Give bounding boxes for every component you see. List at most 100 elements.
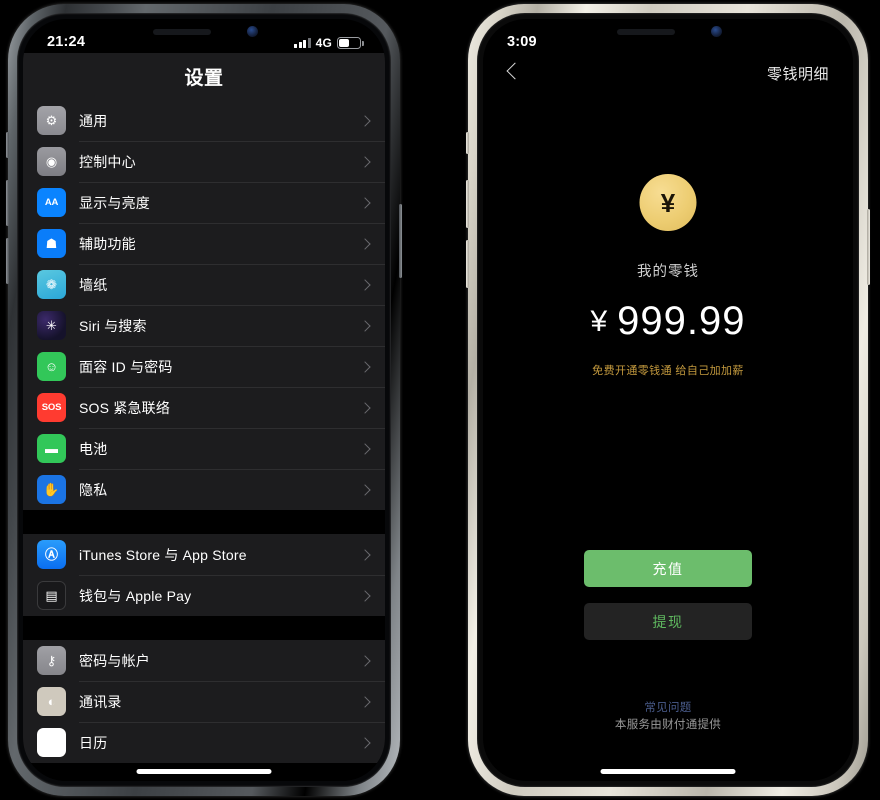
wallet-promo-text[interactable]: 免费开通零钱通 给自己加加薪 (483, 362, 853, 378)
settings-row-label: 控制中心 (79, 153, 136, 170)
home-indicator[interactable] (136, 769, 272, 774)
wallpaper-icon: ❁ (37, 270, 66, 299)
right-phone-screen: 3:09 零钱明细 ¥ 我的零钱 ¥999.99 免费开通零钱通 给自己加加薪 … (483, 19, 853, 781)
display-brightness-icon: AA (37, 188, 66, 217)
settings-row[interactable]: ◉ 控制中心 (23, 141, 385, 182)
volume-up-button-right[interactable] (466, 180, 469, 228)
chevron-right-icon (359, 237, 371, 250)
settings-nav-bar: 设置 (23, 53, 385, 100)
face-id-icon: ☺ (37, 352, 66, 381)
home-indicator-right[interactable] (600, 769, 736, 774)
settings-row-label: 日历 (79, 734, 108, 751)
key-icon: ⚷ (37, 646, 66, 675)
settings-row[interactable]: ✋ 隐私 (23, 469, 385, 510)
settings-row-label: 电池 (79, 440, 108, 457)
icon-glyph: ✳ (46, 318, 57, 333)
icon-glyph: ◉ (45, 154, 58, 169)
settings-row[interactable]: ◐ 通讯录 (23, 681, 385, 722)
settings-group: ⒶiTunes Store 与 App Store ▤ 钱包与 Apple Pay (23, 534, 385, 616)
chevron-right-icon (359, 319, 371, 332)
control-center-icon: ◉ (37, 147, 66, 176)
settings-list[interactable]: ⚙ 通用 ◉ 控制中心 AA 显示与亮度 ☗ 辅助功能 ❁ 墙纸 ✳ Siri 与搜索 ☺ 面容 ID 与… (23, 100, 385, 781)
icon-glyph: SOS (41, 401, 62, 413)
chevron-right-icon (359, 114, 371, 127)
status-indicators: 4G (294, 36, 364, 50)
settings-row[interactable]: ☗ 辅助功能 (23, 223, 385, 264)
contacts-icon: ◐ (37, 687, 66, 716)
calendar-icon: ▦ (37, 728, 66, 757)
volume-up-button[interactable] (6, 180, 9, 226)
volume-down-button[interactable] (6, 238, 9, 284)
settings-row[interactable]: ⚙ 通用 (23, 100, 385, 141)
chevron-right-icon (359, 695, 371, 708)
group-separator (23, 616, 385, 640)
settings-row[interactable]: AA 显示与亮度 (23, 182, 385, 223)
recharge-button[interactable]: 充值 (584, 550, 752, 587)
icon-glyph: ✋ (43, 482, 60, 497)
wallet-subtitle: 我的零钱 (637, 264, 699, 280)
power-button[interactable] (399, 204, 402, 278)
power-button-right[interactable] (867, 209, 870, 285)
app-store-icon: Ⓐ (37, 540, 66, 569)
settings-row[interactable]: ⒶiTunes Store 与 App Store (23, 534, 385, 575)
left-phone-bezel: 21:24 4G 设置 ⚙ 通用 ◉ 控制中心 AA 显示与亮度 ☗ 辅助功能 ❁ 墙纸 ✳ Siri… (17, 13, 391, 787)
settings-row-label: 通讯录 (79, 693, 122, 710)
settings-row[interactable]: ▤ 钱包与 Apple Pay (23, 575, 385, 616)
settings-row-label: 密码与帐户 (79, 652, 150, 669)
chevron-right-icon (359, 589, 371, 602)
screenshot-stage: 21:24 4G 设置 ⚙ 通用 ◉ 控制中心 AA 显示与亮度 ☗ 辅助功能 ❁ 墙纸 ✳ Siri… (0, 0, 880, 800)
icon-glyph: AA (44, 196, 59, 208)
gear-icon: ⚙ (37, 106, 66, 135)
settings-row-label: 通用 (79, 112, 108, 129)
earpiece-speaker-icon-right (617, 29, 675, 35)
balance-value: 999.99 (617, 299, 746, 343)
settings-row-label: 面容 ID 与密码 (79, 358, 173, 375)
settings-row-label: 墙纸 (79, 276, 108, 293)
earpiece-speaker-icon (153, 29, 211, 35)
wallet-icon: ▤ (37, 581, 66, 610)
wallet-nav-bar: 零钱明细 (483, 55, 853, 99)
left-phone-device: 21:24 4G 设置 ⚙ 通用 ◉ 控制中心 AA 显示与亮度 ☗ 辅助功能 ❁ 墙纸 ✳ Siri… (6, 4, 402, 796)
settings-row-label: 隐私 (79, 481, 108, 498)
settings-row[interactable]: ▦ 日历 (23, 722, 385, 763)
withdraw-button[interactable]: 提现 (584, 603, 752, 640)
chevron-right-icon (359, 736, 371, 749)
mute-switch[interactable] (6, 132, 9, 158)
status-time-right: 3:09 (507, 34, 537, 50)
settings-row[interactable]: ☺ 面容 ID 与密码 (23, 346, 385, 387)
right-phone-bezel: 3:09 零钱明细 ¥ 我的零钱 ¥999.99 免费开通零钱通 给自己加加薪 … (477, 13, 859, 787)
sos-icon: SOS (37, 393, 66, 422)
front-camera-icon (247, 26, 258, 37)
chevron-right-icon (359, 654, 371, 667)
accessibility-icon: ☗ (37, 229, 66, 258)
icon-glyph: Ⓐ (44, 547, 58, 562)
icon-glyph: ⚙ (45, 113, 58, 128)
chevron-right-icon (359, 360, 371, 373)
settings-row-label: 钱包与 Apple Pay (79, 587, 192, 604)
chevron-right-icon (359, 483, 371, 496)
right-phone-device: 3:09 零钱明细 ¥ 我的零钱 ¥999.99 免费开通零钱通 给自己加加薪 … (466, 4, 870, 796)
currency-symbol: ¥ (590, 305, 609, 338)
settings-row[interactable]: ⚷ 密码与帐户 (23, 640, 385, 681)
volume-down-button-right[interactable] (466, 240, 469, 288)
chevron-right-icon (359, 196, 371, 209)
settings-row[interactable]: ❁ 墙纸 (23, 264, 385, 305)
settings-group: ⚷ 密码与帐户 ◐ 通讯录 ▦ 日历 (23, 640, 385, 763)
settings-row-label: 辅助功能 (79, 235, 136, 252)
settings-row[interactable]: SOS SOS 紧急联络 (23, 387, 385, 428)
settings-row[interactable]: ▬ 电池 (23, 428, 385, 469)
settings-row-label: SOS 紧急联络 (79, 399, 171, 416)
icon-glyph: ◐ (47, 694, 56, 709)
service-provider-label: 本服务由财付通提供 (614, 719, 722, 731)
page-title: 设置 (184, 68, 224, 89)
mute-switch-right[interactable] (466, 132, 469, 154)
notch-right (585, 19, 751, 46)
icon-glyph: ☺ (44, 359, 59, 374)
siri-icon: ✳ (37, 311, 66, 340)
settings-row[interactable]: ✳ Siri 与搜索 (23, 305, 385, 346)
faq-link[interactable]: 常见问题 (483, 699, 853, 715)
notch (121, 19, 287, 46)
chevron-left-icon[interactable] (506, 62, 524, 80)
wallet-page-title: 零钱明细 (766, 66, 829, 83)
chevron-right-icon (359, 155, 371, 168)
